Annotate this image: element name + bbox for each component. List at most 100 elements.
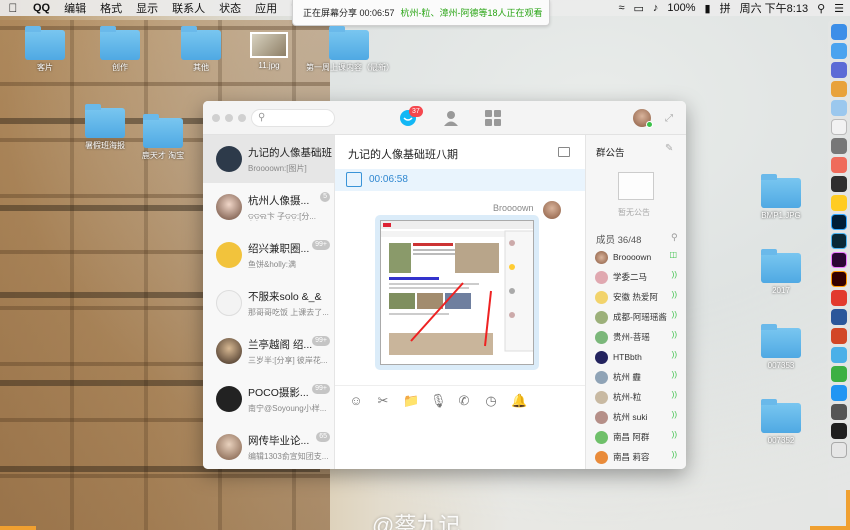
emoji-icon[interactable]: ☺: [349, 393, 363, 408]
member-item[interactable]: 贵州-菩瑶 )): [595, 329, 683, 345]
conversation-preview: ଡ଼ଡ଼ଲ卞 子ଡ଼ଡ଼:[分...: [248, 211, 317, 221]
terminal-icon[interactable]: [831, 423, 847, 439]
conversation-item[interactable]: POCO摄影... 南宁@Soyoung小样... 99+: [203, 375, 334, 423]
member-item[interactable]: 成都-阿瑶瑶酱 )): [595, 309, 683, 325]
calendar-icon[interactable]: [831, 119, 847, 135]
clock[interactable]: 周六 下午8:13: [740, 0, 808, 16]
qq-browser-icon[interactable]: [831, 100, 847, 116]
lightroom-icon[interactable]: [831, 233, 847, 249]
search-input[interactable]: ⚲: [251, 109, 335, 127]
input-method[interactable]: 拼: [720, 0, 731, 16]
sender-avatar[interactable]: [543, 201, 561, 219]
phone-icon[interactable]: ✆: [457, 393, 471, 409]
conversation-item[interactable]: 九记的人像基础班... Broooown:[图片]: [203, 135, 334, 183]
desktop-folder[interactable]: 第一周上课内容（最新）: [306, 26, 394, 73]
scissors-icon[interactable]: ✂: [376, 393, 390, 409]
folder-icon: [761, 399, 801, 433]
menu-contacts[interactable]: 联系人: [165, 0, 212, 16]
conversation-item[interactable]: 不服来solo &_& 那哥哥吃饭 上课去了...: [203, 279, 334, 327]
microphone-icon[interactable]: 🎙: [430, 393, 447, 409]
trash-icon[interactable]: [831, 442, 847, 458]
member-item[interactable]: 南昌 阿群 )): [595, 429, 683, 445]
finder-icon[interactable]: [831, 24, 847, 40]
qq-music-icon[interactable]: [831, 385, 847, 401]
battery-percent[interactable]: 100%: [667, 2, 695, 14]
desktop-folder[interactable]: 2017: [746, 249, 816, 296]
photos-app-icon[interactable]: [831, 157, 847, 173]
battery-icon[interactable]: ▮: [705, 2, 711, 15]
conversation-name: 九记的人像基础班...: [248, 146, 332, 159]
screen-share-banner[interactable]: 正在屏幕分享 00:06:57 杭州-粒、漳州-阿德等18人正在观看: [292, 0, 550, 26]
apple-menu-icon[interactable]: : [0, 1, 26, 15]
member-item[interactable]: 学委二马 )): [595, 269, 683, 285]
desktop-folder[interactable]: 鹿天才 淘宝: [128, 114, 198, 161]
group-files-icon[interactable]: [558, 147, 570, 157]
desktop-folder[interactable]: 其他: [166, 26, 236, 73]
desktop-folder[interactable]: 创作: [85, 26, 155, 73]
illustrator-icon[interactable]: [831, 271, 847, 287]
menu-edit[interactable]: 编辑: [57, 0, 93, 16]
spotlight-icon[interactable]: ⚲: [817, 2, 825, 15]
menu-view[interactable]: 显示: [129, 0, 165, 16]
weibo-icon[interactable]: [831, 290, 847, 306]
screen-share-bar[interactable]: 00:06:58: [335, 169, 585, 191]
menu-app-name[interactable]: QQ: [26, 2, 57, 14]
airplay-icon[interactable]: ▭: [633, 2, 643, 15]
folder-icon[interactable]: 📁: [403, 393, 419, 409]
conversation-item[interactable]: 绍兴兼职圈... 鱼饼&holly:满 99+: [203, 231, 334, 279]
photos-icon[interactable]: [831, 81, 847, 97]
expand-icon[interactable]: ⤢: [665, 113, 673, 124]
member-item[interactable]: 安徽 热爱阿 )): [595, 289, 683, 305]
edit-notice-icon[interactable]: ✎: [665, 143, 673, 154]
menu-apps[interactable]: 应用: [248, 0, 284, 16]
safari-icon[interactable]: [831, 62, 847, 78]
desktop-folder[interactable]: BMP1.JPG: [746, 174, 816, 221]
member-item[interactable]: Broooown ◫: [595, 249, 683, 265]
word-icon[interactable]: [831, 309, 847, 325]
screenshot-icon[interactable]: [831, 404, 847, 420]
voice-icon: )): [671, 290, 677, 299]
member-item[interactable]: 杭州-粒 )): [595, 389, 683, 405]
member-item[interactable]: 杭州 suki )): [595, 409, 683, 425]
screenshot-image[interactable]: [380, 220, 534, 365]
desktop-icon-label: 11.jpg: [258, 61, 280, 70]
desktop-folder[interactable]: 客片: [10, 26, 80, 73]
desktop-image-file[interactable]: 11.jpg: [234, 32, 304, 71]
camera-icon[interactable]: [831, 176, 847, 192]
qq-icon[interactable]: [831, 195, 847, 211]
system-preferences-icon[interactable]: [831, 138, 847, 154]
member-search-icon[interactable]: ⚲: [671, 232, 678, 243]
minimize-window-button[interactable]: [225, 114, 233, 122]
folder-icon: [100, 26, 140, 60]
contacts-tab-icon[interactable]: [442, 109, 460, 127]
image-message-bubble[interactable]: [375, 215, 539, 370]
folder-icon: [761, 324, 801, 358]
weibo-watermark: @蔡九记: [372, 513, 461, 530]
clock-icon[interactable]: ◷: [484, 393, 498, 409]
wechat-icon[interactable]: [831, 366, 847, 382]
member-item[interactable]: 杭州 霾 )): [595, 369, 683, 385]
menu-status[interactable]: 状态: [212, 0, 248, 16]
zoom-window-button[interactable]: [238, 114, 246, 122]
bell-icon[interactable]: 🔔: [511, 393, 527, 409]
conversation-item[interactable]: 网传毕业论... 编辑1303俞宣知团支... 65: [203, 423, 334, 469]
close-window-button[interactable]: [212, 114, 220, 122]
member-item[interactable]: HTBbth )): [595, 349, 683, 365]
desktop-folder[interactable]: 007352: [746, 399, 816, 446]
apps-tab-icon[interactable]: [484, 109, 502, 127]
member-item[interactable]: 南昌 莉容 )): [595, 449, 683, 465]
share-viewers: 杭州-粒、漳州-阿德等18人正在观看: [400, 8, 543, 18]
messages-icon[interactable]: [831, 347, 847, 363]
desktop-folder[interactable]: 007353: [746, 324, 816, 371]
notification-center-icon[interactable]: ☰: [834, 2, 844, 15]
premiere-icon[interactable]: [831, 252, 847, 268]
wifi-icon[interactable]: ≈: [618, 2, 624, 14]
conversation-item[interactable]: 杭州人像摄... ଡ଼ଡ଼ଲ卞 子ଡ଼ଡ଼:[分... 5: [203, 183, 334, 231]
conversation-item[interactable]: 兰亭越阁 绍... 三岁半:[分享] 彼岸花... 99+: [203, 327, 334, 375]
member-avatar: [595, 250, 608, 264]
volume-icon[interactable]: ♪: [653, 2, 659, 14]
photoshop-icon[interactable]: [831, 214, 847, 230]
powerpoint-icon[interactable]: [831, 328, 847, 344]
menu-format[interactable]: 格式: [93, 0, 129, 16]
app-store-icon[interactable]: [831, 43, 847, 59]
